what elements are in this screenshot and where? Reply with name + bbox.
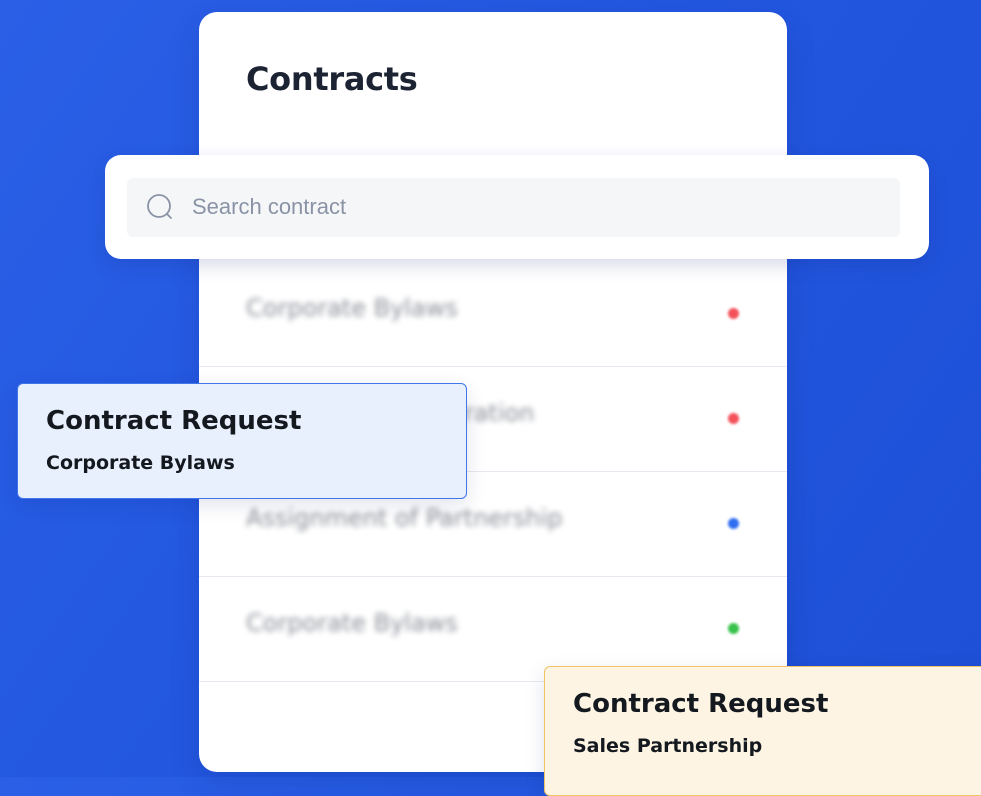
status-dot [728, 308, 739, 319]
search-card: Search contract [105, 155, 929, 259]
contract-name: Corporate Bylaws [246, 609, 458, 637]
notification-title: Contract Request [46, 406, 302, 436]
notification-title: Contract Request [573, 689, 829, 719]
notification-subtitle: Corporate Bylaws [46, 452, 235, 474]
status-dot [728, 623, 739, 634]
status-dot [728, 413, 739, 424]
search-icon [147, 194, 172, 219]
status-dot [728, 518, 739, 529]
notification-subtitle: Sales Partnership [573, 735, 763, 757]
search-input[interactable]: Search contract [127, 178, 900, 237]
contract-name: Assignment of Partnership [246, 504, 563, 532]
search-placeholder: Search contract [192, 194, 347, 219]
list-item[interactable]: Corporate Bylaws [199, 262, 787, 367]
contract-name: Corporate Bylaws [246, 294, 458, 322]
contract-request-notification[interactable]: Contract Request Corporate Bylaws [17, 383, 467, 499]
page-title: Contracts [246, 60, 418, 98]
